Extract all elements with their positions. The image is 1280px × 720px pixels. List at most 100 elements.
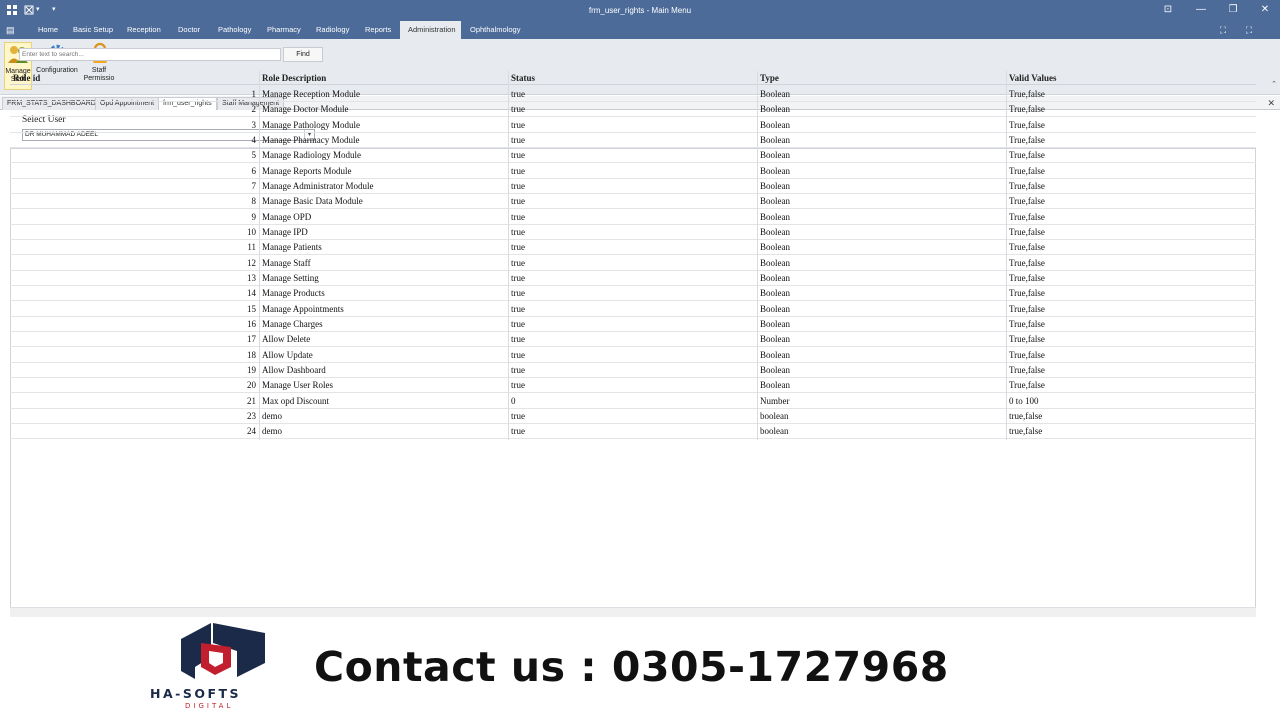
role-description-cell[interactable]: Manage Doctor Module [259,102,508,117]
role-description-cell[interactable]: Manage Reports Module [259,164,508,179]
type-cell[interactable]: Boolean [757,286,1006,301]
tab-reception[interactable]: Reception [123,21,165,39]
tab-pathology[interactable]: Pathology [214,21,255,39]
valid-values-cell[interactable]: True,false [1006,332,1256,347]
type-cell[interactable]: boolean [757,409,1006,424]
tab-ophthalmology[interactable]: Ophthalmology [466,21,524,39]
type-cell[interactable]: Boolean [757,363,1006,378]
table-row[interactable]: 1 Manage Reception Module true Boolean True,… [10,87,1256,102]
table-row[interactable]: 4 Manage Pharmacy Module true Boolean True,f… [10,133,1256,148]
status-cell[interactable]: true [508,240,757,255]
valid-values-cell[interactable]: True,false [1006,363,1256,378]
column-divider[interactable] [1006,71,1007,440]
type-cell[interactable]: Boolean [757,148,1006,163]
role-id-cell[interactable]: 11 [10,240,259,255]
role-id-cell[interactable]: 4 [10,133,259,148]
role-description-cell[interactable]: Manage Charges [259,317,508,332]
role-description-cell[interactable]: Manage Basic Data Module [259,194,508,209]
valid-values-cell[interactable]: true,false [1006,424,1256,439]
column-divider[interactable] [259,71,260,440]
table-row[interactable]: 18 Allow Update true Boolean True,false [10,348,1256,363]
valid-values-cell[interactable]: True,false [1006,271,1256,286]
role-description-cell[interactable]: Manage Radiology Module [259,148,508,163]
settings-icon[interactable]: ⛶ [1242,23,1256,37]
status-cell[interactable]: true [508,194,757,209]
status-cell[interactable]: true [508,256,757,271]
table-row[interactable]: 19 Allow Dashboard true Boolean True,false [10,363,1256,378]
table-row[interactable]: 20 Manage User Roles true Boolean True,false [10,378,1256,394]
column-divider[interactable] [508,71,509,440]
role-description-cell[interactable]: Allow Delete [259,332,508,347]
role-description-cell[interactable]: Manage Pathology Module [259,118,508,133]
role-description-cell[interactable]: Max opd Discount [259,394,508,409]
role-description-cell[interactable]: Allow Update [259,348,508,363]
role-id-cell[interactable]: 8 [10,194,259,209]
valid-values-cell[interactable]: true,false [1006,409,1256,424]
file-menu-icon[interactable]: ▤ [6,25,16,35]
tab-home[interactable]: Home [34,21,62,39]
type-cell[interactable]: Number [757,394,1006,409]
table-row[interactable]: 21 Max opd Discount 0 Number 0 to 100 [10,394,1256,409]
status-cell[interactable]: true [508,179,757,194]
valid-values-cell[interactable]: True,false [1006,210,1256,225]
valid-values-cell[interactable]: True,false [1006,102,1256,117]
role-description-cell[interactable]: Manage Products [259,286,508,301]
type-cell[interactable]: Boolean [757,210,1006,225]
role-description-cell[interactable]: Manage Appointments [259,302,508,317]
role-description-cell[interactable]: Manage Administrator Module [259,179,508,194]
type-cell[interactable]: Boolean [757,164,1006,179]
valid-values-cell[interactable]: True,false [1006,164,1256,179]
status-cell[interactable]: true [508,409,757,424]
column-header-type[interactable]: Type [757,71,1006,85]
table-row[interactable]: 6 Manage Reports Module true Boolean True,fa… [10,164,1256,179]
type-cell[interactable]: Boolean [757,194,1006,209]
role-id-cell[interactable]: 10 [10,225,259,240]
status-cell[interactable]: true [508,271,757,286]
type-cell[interactable]: Boolean [757,271,1006,286]
table-row[interactable]: 10 Manage IPD true Boolean True,false [10,225,1256,240]
tab-reports[interactable]: Reports [361,21,395,39]
type-cell[interactable]: Boolean [757,87,1006,102]
valid-values-cell[interactable]: True,false [1006,286,1256,301]
collapse-ribbon-icon[interactable]: ⌃ [1271,80,1277,88]
role-description-cell[interactable]: demo [259,409,508,424]
status-cell[interactable]: 0 [508,394,757,409]
tab-basic-setup[interactable]: Basic Setup [69,21,117,39]
status-cell[interactable]: true [508,87,757,102]
valid-values-cell[interactable]: True,false [1006,240,1256,255]
status-cell[interactable]: true [508,302,757,317]
table-row[interactable]: 9 Manage OPD true Boolean True,false [10,210,1256,225]
table-row[interactable]: 15 Manage Appointments true Boolean True,fal… [10,302,1256,317]
valid-values-cell[interactable]: True,false [1006,378,1256,393]
tab-radiology[interactable]: Radiology [312,21,353,39]
valid-values-cell[interactable]: True,false [1006,225,1256,240]
skin-icon[interactable]: ⛶ [1216,23,1230,37]
tab-administration[interactable]: Administration [400,21,461,39]
role-id-cell[interactable]: 19 [10,363,259,378]
valid-values-cell[interactable]: True,false [1006,317,1256,332]
role-id-cell[interactable]: 18 [10,348,259,363]
status-cell[interactable]: true [508,378,757,393]
horizontal-scrollbar[interactable] [10,607,1256,617]
minimize-icon[interactable]: — [1194,3,1208,17]
role-id-cell[interactable]: 13 [10,271,259,286]
status-cell[interactable]: true [508,164,757,179]
column-header-valid-values[interactable]: Valid Values [1006,71,1256,85]
table-row[interactable]: 17 Allow Delete true Boolean True,false [10,332,1256,348]
table-row[interactable]: 14 Manage Products true Boolean True,false [10,286,1256,302]
search-input[interactable] [19,48,281,61]
valid-values-cell[interactable]: 0 to 100 [1006,394,1256,409]
table-row[interactable]: 12 Manage Staff true Boolean True,false [10,256,1256,271]
status-cell[interactable]: true [508,317,757,332]
close-icon[interactable]: ✕ [1267,97,1275,109]
type-cell[interactable]: boolean [757,424,1006,439]
table-row[interactable]: 7 Manage Administrator Module true Boolean T… [10,179,1256,194]
valid-values-cell[interactable]: True,false [1006,256,1256,271]
role-id-cell[interactable]: 15 [10,302,259,317]
table-row[interactable]: 2 Manage Doctor Module true Boolean True,fal… [10,102,1256,118]
role-id-cell[interactable]: 5 [10,148,259,163]
valid-values-cell[interactable]: True,false [1006,179,1256,194]
type-cell[interactable]: Boolean [757,179,1006,194]
status-cell[interactable]: true [508,118,757,133]
ribbon-display-icon[interactable]: ⊡ [1161,3,1175,17]
